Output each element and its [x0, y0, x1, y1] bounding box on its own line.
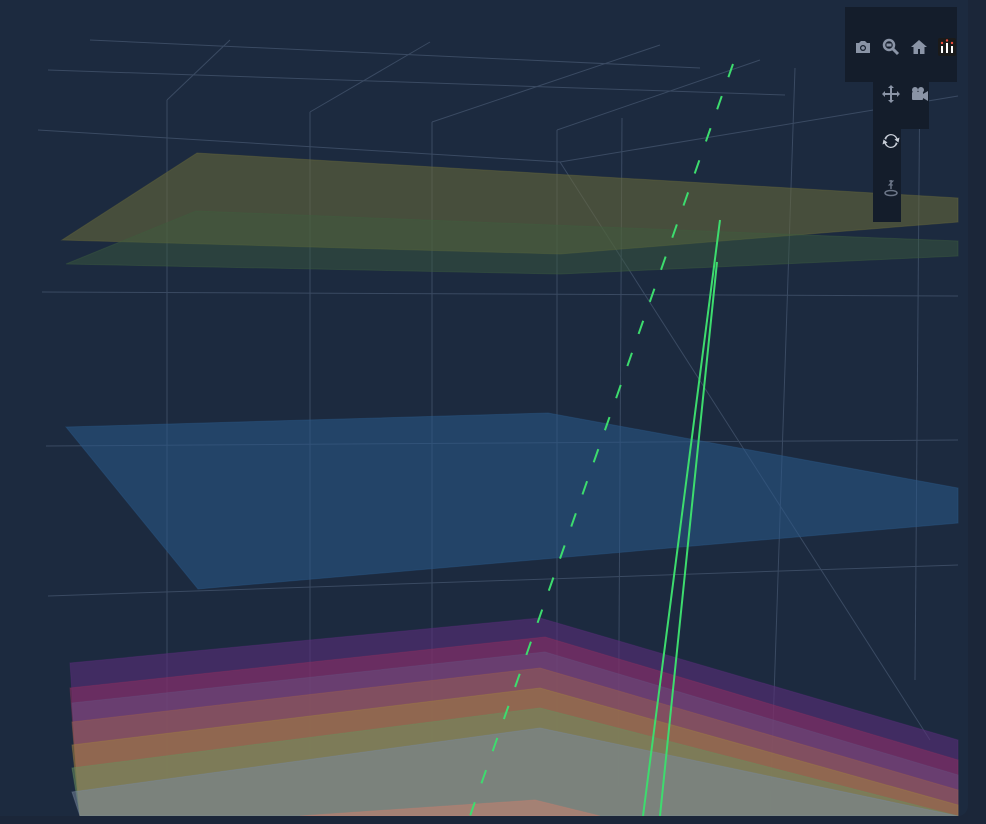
grid-line	[89, 39, 701, 69]
grid-line	[431, 44, 661, 123]
plotly-logo-icon[interactable]	[935, 35, 959, 59]
grid-line	[41, 291, 959, 297]
home-icon[interactable]	[907, 35, 931, 59]
grid-line	[47, 69, 786, 96]
pan-icon[interactable]	[879, 82, 903, 106]
grid-line	[556, 59, 761, 131]
turntable-rotation-icon[interactable]	[879, 129, 903, 153]
surface-plane	[64, 412, 959, 590]
reset-axis-z-icon[interactable]	[879, 176, 903, 200]
grid-line	[37, 129, 561, 163]
3d-scene[interactable]	[0, 0, 968, 816]
plot-frame	[0, 0, 968, 816]
grid-line	[166, 39, 231, 101]
grid-line	[914, 59, 921, 681]
orbit-camera-icon[interactable]	[907, 82, 931, 106]
camera-icon[interactable]	[851, 35, 875, 59]
surface-planes	[60, 152, 959, 816]
zoom-icon[interactable]	[879, 35, 903, 59]
